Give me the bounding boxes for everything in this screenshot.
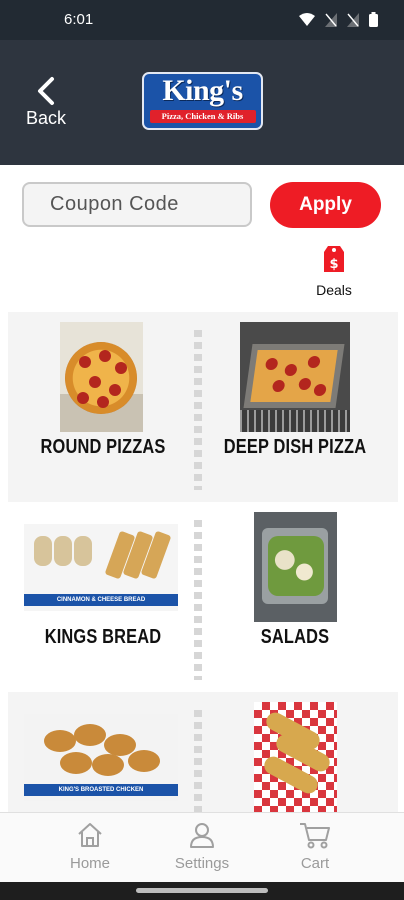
apply-coupon-button[interactable]: Apply [270, 182, 381, 228]
deals-label: Deals [316, 282, 352, 298]
logo-name: King's [162, 74, 243, 107]
nav-home-label: Home [69, 855, 110, 872]
menu-item-label: DEEP DISH PIZZA [223, 436, 367, 458]
home-icon [78, 823, 102, 847]
nav-home[interactable]: Home [45, 821, 135, 872]
wifi-icon [299, 12, 315, 26]
status-time: 6:01 [64, 11, 94, 28]
menu-row: ROUND PIZZAS DEEP DISH PIZZA [8, 312, 398, 502]
menu-row: CINNAMON & CHEESE BREAD KINGS BREAD SALA… [8, 502, 398, 692]
app-header: Back King's Pizza, Chicken & Ribs [0, 40, 404, 165]
kings-bread-banner: CINNAMON & CHEESE BREAD [24, 594, 178, 606]
status-icons [299, 12, 378, 27]
chicken-banner: KING'S BROASTED CHICKEN [24, 784, 178, 796]
status-bar: 6:01 [0, 0, 404, 40]
menu-item-deep-dish-pizza[interactable]: DEEP DISH PIZZA [200, 312, 390, 502]
coupon-code-input[interactable] [22, 182, 252, 227]
menu-item-label: ROUND PIZZAS [40, 436, 166, 458]
signal-icon [325, 12, 337, 27]
home-indicator[interactable] [136, 888, 268, 893]
svg-text:$: $ [329, 257, 338, 272]
menu-grid: ROUND PIZZAS DEEP DISH PIZZA CINNAMON & … [8, 312, 398, 812]
menu-item-fish[interactable] [200, 692, 390, 812]
back-label: Back [25, 108, 67, 128]
broasted-chicken-image: KING'S BROASTED CHICKEN [24, 714, 178, 801]
nav-settings[interactable]: Settings [157, 821, 247, 872]
user-icon [190, 823, 214, 848]
menu-item-label: KINGS BREAD [44, 626, 162, 648]
fish-basket-image [254, 702, 337, 812]
cart-icon [300, 823, 330, 849]
kings-logo: King's Pizza, Chicken & Ribs [142, 72, 263, 130]
chevron-left-icon [38, 77, 54, 105]
bottom-nav: Home Settings Cart [0, 812, 404, 882]
nav-settings-label: Settings [174, 855, 230, 872]
menu-row: KING'S BROASTED CHICKEN [8, 692, 398, 812]
nav-cart-label: Cart [300, 855, 330, 872]
signal-icon-2 [347, 12, 359, 27]
deep-dish-pizza-image [240, 322, 350, 432]
logo-tagline: Pizza, Chicken & Ribs [149, 110, 256, 123]
kings-bread-image: CINNAMON & CHEESE BREAD [24, 524, 178, 611]
menu-item-label: SALADS [260, 626, 330, 648]
menu-item-broasted-chicken[interactable]: KING'S BROASTED CHICKEN [8, 692, 198, 812]
battery-icon [369, 12, 378, 27]
menu-item-salads[interactable]: SALADS [200, 502, 390, 692]
salad-image [254, 512, 337, 622]
price-tag-icon: $ [324, 246, 344, 272]
back-button[interactable]: Back [20, 76, 72, 136]
deals-button[interactable]: $ Deals [310, 240, 358, 298]
nav-cart[interactable]: Cart [270, 821, 360, 872]
round-pizza-image [60, 322, 143, 432]
menu-item-kings-bread[interactable]: CINNAMON & CHEESE BREAD KINGS BREAD [8, 502, 198, 692]
system-navigation-bar [0, 882, 404, 900]
menu-item-round-pizzas[interactable]: ROUND PIZZAS [8, 312, 198, 502]
